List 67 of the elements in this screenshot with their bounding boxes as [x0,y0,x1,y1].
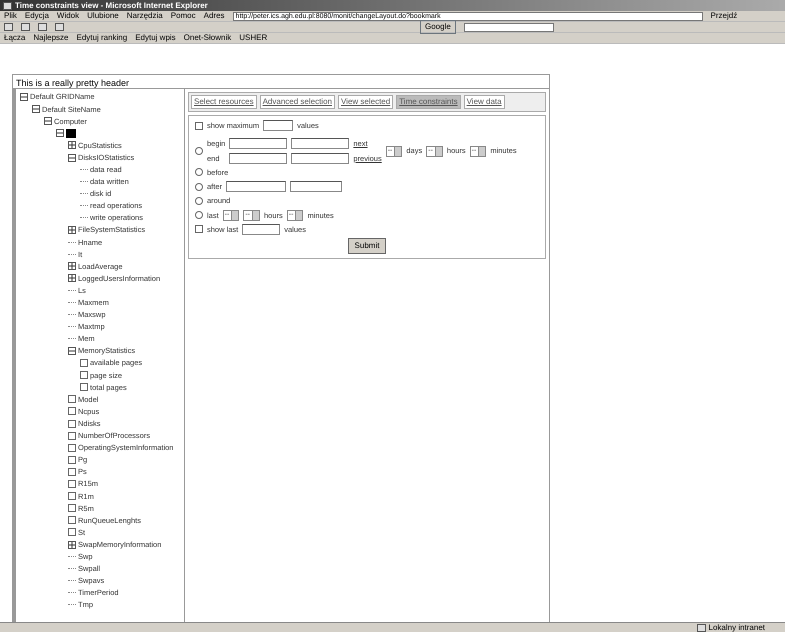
radio-button[interactable] [195,182,203,191]
input-field[interactable] [242,224,280,235]
expander-icon[interactable] [20,93,28,102]
submit-button[interactable]: Submit [348,238,386,254]
expander-icon[interactable] [68,274,76,282]
checkbox[interactable] [195,122,203,130]
checkbox[interactable] [68,456,76,464]
checkbox[interactable] [68,444,76,452]
radio-button[interactable] [195,211,203,220]
tab[interactable]: Select resources [191,95,257,109]
input-field[interactable] [226,181,286,192]
tab[interactable]: View data [464,95,505,109]
tree-item[interactable] [66,128,76,138]
checkbox[interactable] [80,383,88,392]
expander-icon[interactable] [68,347,76,356]
zone-label: Lokalny intranet [708,622,765,632]
menu-item[interactable]: Edycja [24,10,49,22]
radio-button[interactable] [195,147,203,155]
menu-item[interactable]: Pomoc [170,10,196,22]
checkbox[interactable] [68,432,76,440]
expander-icon[interactable] [68,141,76,150]
expander-icon[interactable] [56,129,64,138]
expander-icon[interactable] [68,226,76,234]
input-field[interactable] [291,152,350,164]
input-field[interactable] [229,138,288,150]
menu-item[interactable]: Ulubione [87,10,119,22]
search-label[interactable]: Google [420,20,456,34]
checkbox[interactable] [68,420,76,428]
expander-icon[interactable] [68,262,76,270]
address-label: Adres [204,10,225,22]
input-field[interactable] [263,120,294,132]
checkbox[interactable] [68,468,76,476]
menu-item[interactable]: Narzędzia [126,10,163,22]
input-field[interactable] [229,152,288,164]
checkbox[interactable] [68,492,76,500]
checkbox[interactable] [68,480,76,488]
tab[interactable]: Advanced selection [260,95,335,109]
link-item[interactable]: Najlepsze [33,32,68,44]
window-title: Time constraints view - Microsoft Internet Explorer [15,0,208,12]
menu-item[interactable]: Plik [4,10,17,22]
input-field[interactable] [290,181,342,192]
link-item[interactable]: USHER [239,32,268,44]
input-field[interactable] [291,138,350,150]
expander-icon[interactable] [68,540,76,549]
checkbox[interactable] [195,225,203,234]
link-item[interactable]: Onet-Słownik [184,32,232,44]
checkbox[interactable] [68,528,76,536]
expander-icon[interactable] [32,105,40,114]
checkbox[interactable] [80,371,88,380]
search-field[interactable] [464,22,554,32]
go-button[interactable]: Przejdź [710,10,738,22]
menu-item[interactable]: Widok [56,10,80,22]
radio-button[interactable] [195,196,203,205]
links-label: Łącza [4,32,26,44]
link-item[interactable]: Edytuj wpis [135,32,176,44]
tab[interactable]: Time constraints [396,95,461,109]
tab[interactable]: View selected [338,95,394,109]
page-header: This is a really pretty header [13,75,549,89]
checkbox[interactable] [68,516,76,524]
expander-icon[interactable] [68,154,76,162]
checkbox[interactable] [68,504,76,512]
checkbox[interactable] [68,407,76,416]
link-item[interactable]: Edytuj ranking [76,32,128,44]
radio-button[interactable] [195,168,203,176]
checkbox[interactable] [68,395,76,404]
checkbox[interactable] [80,359,88,368]
expander-icon[interactable] [44,117,52,126]
